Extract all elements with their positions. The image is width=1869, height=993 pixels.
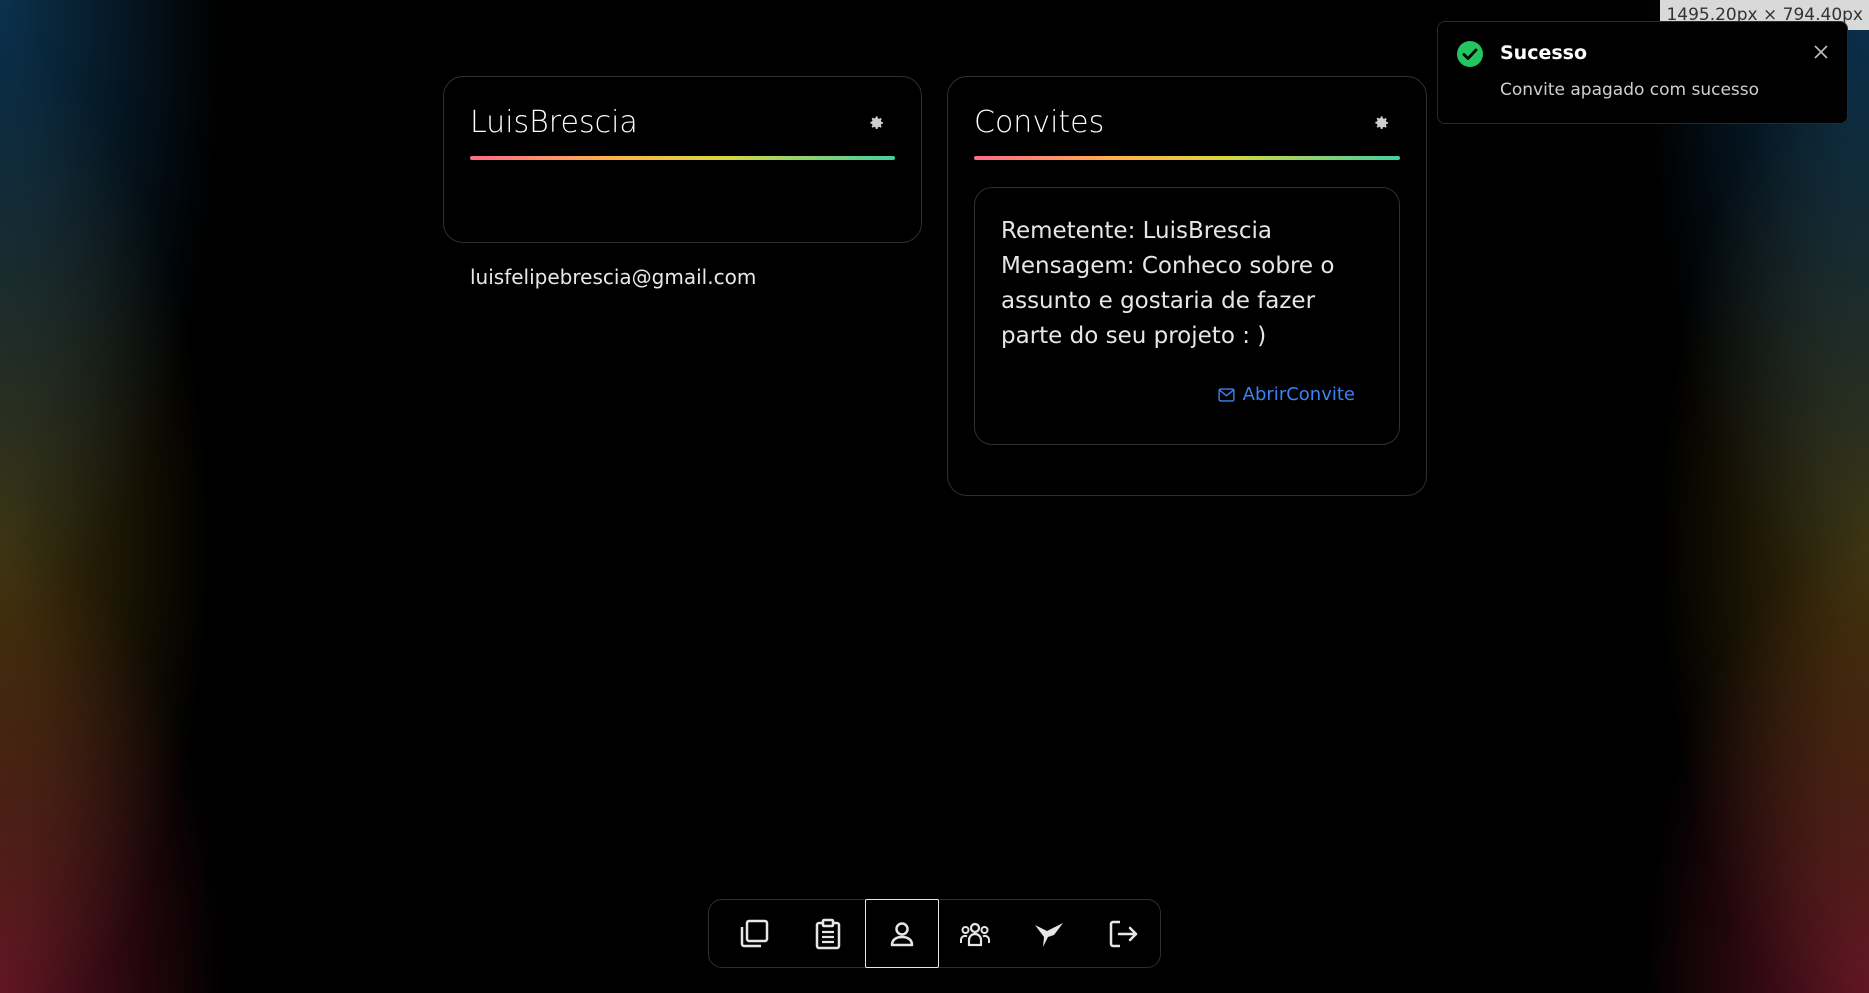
clipboard-icon: [815, 918, 840, 949]
logout-icon: [1109, 920, 1138, 947]
nav-tasks-button[interactable]: [791, 900, 865, 967]
nav-bird-button[interactable]: [1012, 900, 1086, 967]
gear-icon[interactable]: [869, 115, 885, 131]
close-icon[interactable]: [1813, 44, 1829, 60]
nav-teams-button[interactable]: [939, 900, 1013, 967]
invite-sender: Remetente: LuisBrescia: [1001, 218, 1272, 244]
invites-card-header: Convites: [974, 103, 1400, 161]
invite-item: Remetente: LuisBrescia Mensagem: Conheco…: [974, 187, 1400, 445]
bird-icon: [1035, 922, 1064, 947]
nav-projects-button[interactable]: [717, 900, 791, 967]
user-icon: [890, 921, 913, 946]
open-invite-label: AbrirConvite: [1242, 384, 1355, 405]
profile-email: luisfelipebrescia@gmail.com: [470, 265, 757, 289]
layers-icon: [740, 919, 769, 947]
profile-username: LuisBrescia: [470, 105, 638, 140]
success-toast: Sucesso Convite apagado com sucesso: [1437, 21, 1848, 124]
check-circle-icon: [1457, 41, 1483, 67]
bottom-nav-dock: [708, 899, 1161, 968]
nav-logout-button[interactable]: [1086, 900, 1160, 967]
profile-card: LuisBrescia luisfelipebrescia@gmail.com: [443, 76, 922, 289]
invite-body: Remetente: LuisBrescia Mensagem: Conheco…: [1001, 214, 1373, 354]
background-glow: [0, 0, 1869, 993]
title-divider: [470, 156, 895, 160]
invite-message: Mensagem: Conheco sobre o assunto e gost…: [1001, 253, 1335, 349]
invites-card: Convites Remetente: LuisBrescia Mensagem…: [947, 76, 1427, 496]
toast-message: Convite apagado com sucesso: [1500, 80, 1760, 100]
mail-icon: [1218, 387, 1235, 402]
open-invite-link[interactable]: AbrirConvite: [1218, 384, 1355, 405]
toast-title: Sucesso: [1500, 42, 1588, 64]
profile-card-header: LuisBrescia: [470, 103, 895, 161]
gear-icon[interactable]: [1374, 115, 1390, 131]
users-group-icon: [960, 922, 991, 946]
nav-profile-button[interactable]: [864, 899, 939, 968]
invites-title: Convites: [974, 105, 1105, 140]
title-divider: [974, 156, 1400, 160]
